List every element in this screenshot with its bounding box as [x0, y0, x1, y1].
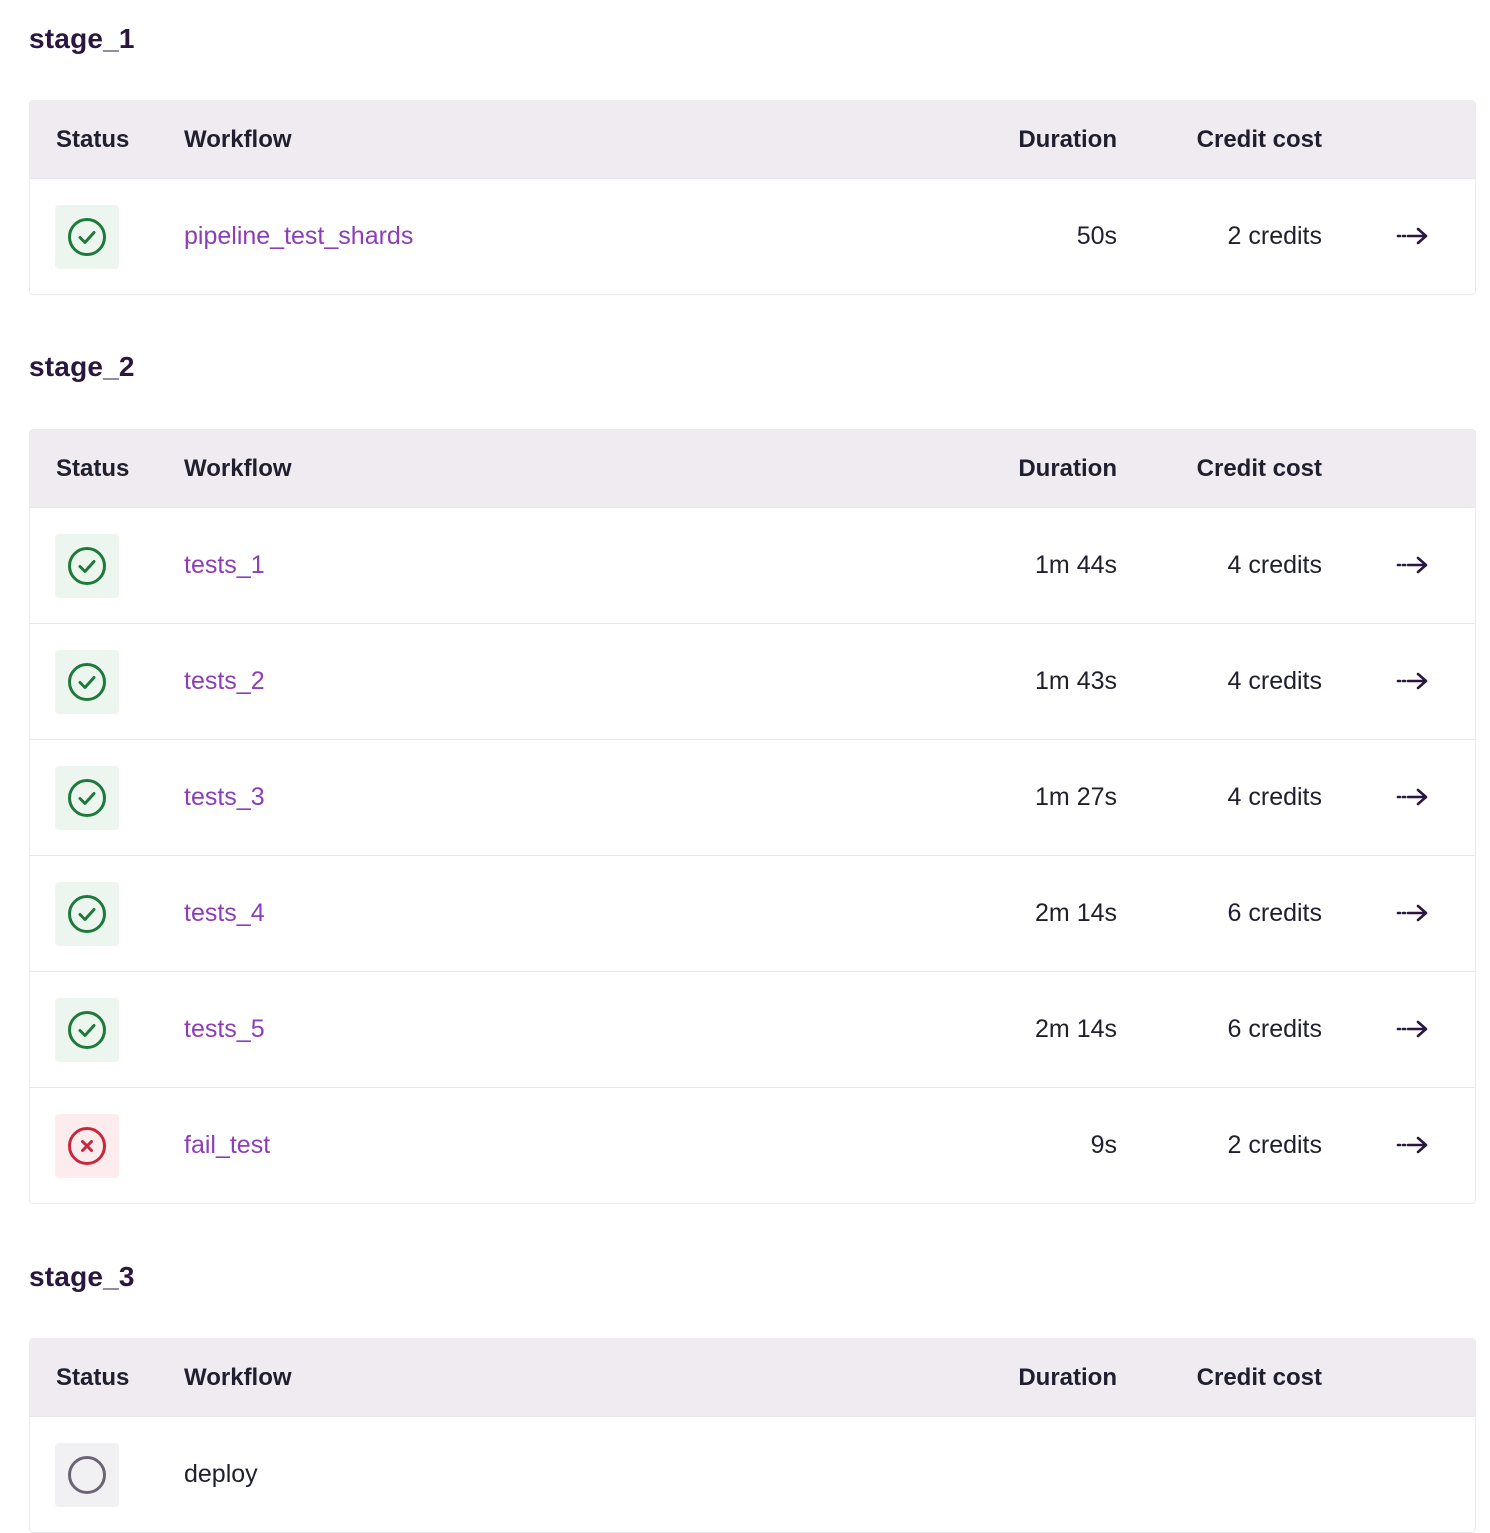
duration-value: 1m 44s	[1035, 551, 1117, 579]
check-circle-icon	[68, 663, 106, 701]
credit-cost-column-header: Credit cost	[1196, 126, 1322, 153]
workflow-link[interactable]: tests_2	[184, 624, 265, 739]
status-column-header: Status	[56, 126, 130, 153]
stage-section: stage_2 Status Workflow Duration Credit …	[29, 347, 1476, 1204]
arrow-right-icon[interactable]	[1396, 667, 1430, 695]
table-row[interactable]: tests_1 1m 44s 4 credits	[30, 507, 1475, 623]
arrow-right-icon[interactable]	[1396, 1131, 1430, 1159]
table-row[interactable]: fail_test 9s 2 credits	[30, 1087, 1475, 1203]
table-row[interactable]: pipeline_test_shards 50s 2 credits	[30, 178, 1475, 294]
arrow-right-icon[interactable]	[1396, 222, 1430, 250]
table-row[interactable]: tests_2 1m 43s 4 credits	[30, 623, 1475, 739]
table-row: deploy	[30, 1416, 1475, 1532]
workflow-column-header: Workflow	[184, 126, 292, 153]
credit-cost-column-header: Credit cost	[1196, 1364, 1322, 1391]
credit-cost-value: 2 credits	[1227, 1131, 1322, 1159]
duration-column-header: Duration	[1018, 126, 1117, 153]
table-header: Status Workflow Duration Credit cost	[30, 1339, 1475, 1416]
duration-value: 1m 43s	[1035, 667, 1117, 695]
status-badge-success	[55, 998, 119, 1062]
status-column-header: Status	[56, 455, 130, 482]
stage-title: stage_1	[29, 23, 135, 54]
duration-column-header: Duration	[1018, 455, 1117, 482]
stage-title: stage_3	[29, 1261, 135, 1292]
check-circle-icon	[68, 1011, 106, 1049]
workflow-name: deploy	[184, 1460, 258, 1488]
duration-value: 2m 14s	[1035, 899, 1117, 927]
arrow-right-icon[interactable]	[1396, 899, 1430, 927]
table-header: Status Workflow Duration Credit cost	[30, 430, 1475, 507]
workflow-link[interactable]: tests_5	[184, 972, 265, 1087]
check-circle-icon	[68, 547, 106, 585]
check-circle-icon	[68, 895, 106, 933]
duration-value: 50s	[1076, 222, 1117, 250]
table-row[interactable]: tests_3 1m 27s 4 credits	[30, 739, 1475, 855]
workflow-link[interactable]: tests_3	[184, 740, 265, 855]
duration-value: 9s	[1090, 1131, 1117, 1159]
duration-column-header: Duration	[1018, 1364, 1117, 1391]
stage-section: stage_1 Status Workflow Duration Credit …	[29, 19, 1476, 295]
workflow-table: Status Workflow Duration Credit cost pip…	[29, 100, 1476, 295]
workflow-link[interactable]: fail_test	[184, 1088, 270, 1203]
arrow-right-icon[interactable]	[1396, 551, 1430, 579]
credit-cost-value: 6 credits	[1227, 899, 1322, 927]
credit-cost-value: 2 credits	[1227, 222, 1322, 250]
status-badge-success	[55, 650, 119, 714]
credit-cost-value: 6 credits	[1227, 1015, 1322, 1043]
status-badge-success	[55, 882, 119, 946]
workflow-table: Status Workflow Duration Credit cost tes…	[29, 429, 1476, 1204]
arrow-right-icon[interactable]	[1396, 1015, 1430, 1043]
workflow-column-header: Workflow	[184, 1364, 292, 1391]
table-row[interactable]: tests_5 2m 14s 6 credits	[30, 971, 1475, 1087]
credit-cost-column-header: Credit cost	[1196, 455, 1322, 482]
workflow-column-header: Workflow	[184, 455, 292, 482]
table-row[interactable]: tests_4 2m 14s 6 credits	[30, 855, 1475, 971]
credit-cost-value: 4 credits	[1227, 783, 1322, 811]
status-column-header: Status	[56, 1364, 130, 1391]
credit-cost-value: 4 credits	[1227, 551, 1322, 579]
x-circle-icon	[68, 1127, 106, 1165]
stage-section: stage_3 Status Workflow Duration Credit …	[29, 1257, 1476, 1533]
duration-value: 1m 27s	[1035, 783, 1117, 811]
workflow-link[interactable]: tests_1	[184, 508, 265, 623]
workflow-link[interactable]: pipeline_test_shards	[184, 179, 413, 294]
duration-value: 2m 14s	[1035, 1015, 1117, 1043]
check-circle-icon	[68, 218, 106, 256]
check-circle-icon	[68, 779, 106, 817]
table-header: Status Workflow Duration Credit cost	[30, 101, 1475, 178]
status-badge-success	[55, 766, 119, 830]
status-badge-success	[55, 534, 119, 598]
arrow-right-icon[interactable]	[1396, 783, 1430, 811]
workflow-table: Status Workflow Duration Credit cost dep…	[29, 1338, 1476, 1533]
stage-title: stage_2	[29, 351, 135, 382]
empty-circle-icon	[68, 1456, 106, 1494]
workflow-link[interactable]: tests_4	[184, 856, 265, 971]
status-badge-success	[55, 205, 119, 269]
status-badge-pending	[55, 1443, 119, 1507]
status-badge-failed	[55, 1114, 119, 1178]
credit-cost-value: 4 credits	[1227, 667, 1322, 695]
